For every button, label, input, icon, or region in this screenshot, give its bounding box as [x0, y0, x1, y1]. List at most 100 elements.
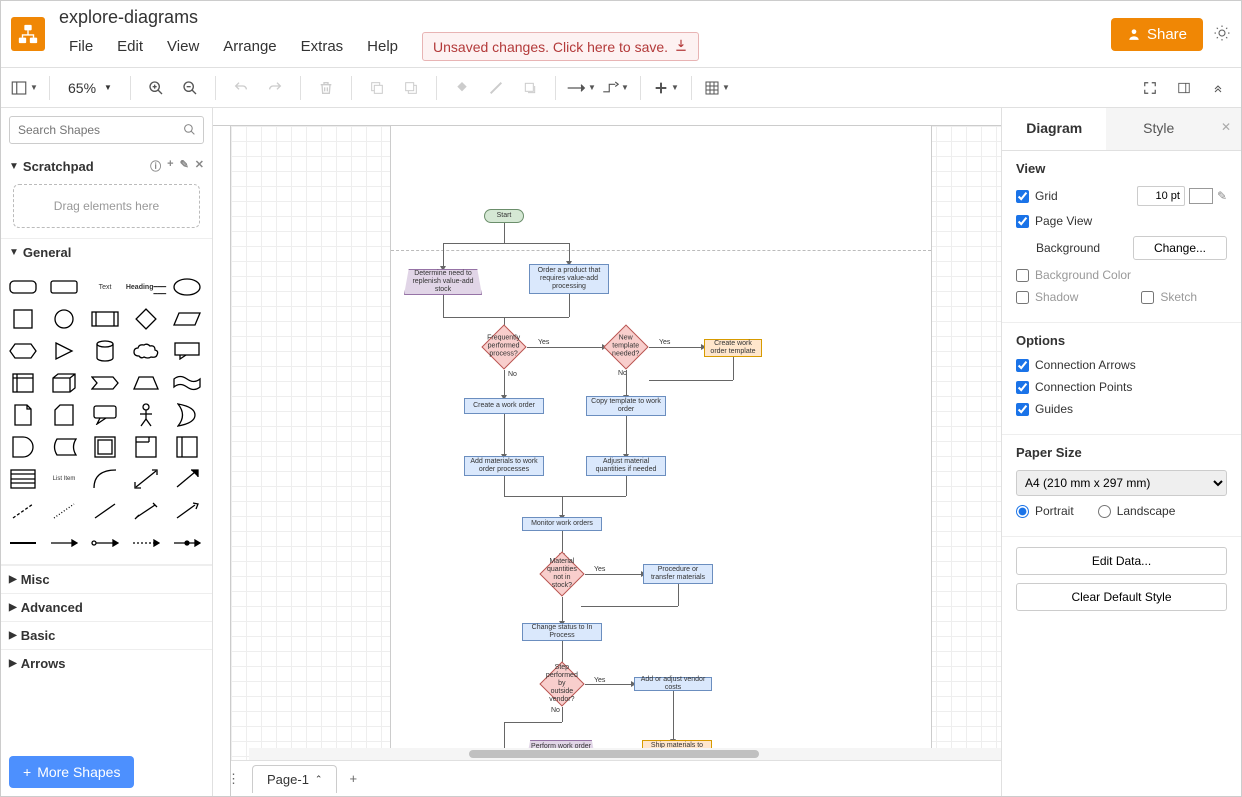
table-button[interactable]: ▼ — [702, 73, 732, 103]
tab-diagram[interactable]: Diagram — [1002, 108, 1106, 150]
grid-color-swatch[interactable] — [1189, 188, 1213, 204]
shape-data-storage[interactable] — [46, 432, 82, 462]
shadow-button[interactable] — [515, 73, 545, 103]
tab-style[interactable]: Style — [1106, 108, 1210, 150]
section-general[interactable]: ▼ General — [1, 238, 212, 266]
horizontal-scrollbar[interactable] — [249, 748, 1001, 760]
fullscreen-button[interactable] — [1135, 73, 1165, 103]
to-front-button[interactable] — [362, 73, 392, 103]
shape-trapezoid[interactable] — [128, 368, 164, 398]
shape-frame[interactable] — [128, 432, 164, 462]
to-back-button[interactable] — [396, 73, 426, 103]
insert-button[interactable]: ▼ — [651, 73, 681, 103]
add-page-button[interactable]: + — [341, 765, 365, 792]
menu-extras[interactable]: Extras — [291, 36, 354, 57]
menu-file[interactable]: File — [59, 36, 103, 57]
node-outside-vendor[interactable]: Step performed by outside vendor? — [539, 661, 584, 706]
portrait-radio[interactable]: Portrait — [1016, 504, 1074, 518]
shape-or[interactable] — [169, 400, 205, 430]
node-create-wo[interactable]: Create a work order — [464, 398, 544, 414]
scratchpad-header[interactable]: ▼ Scratchpad ⓘ + ✎ ✕ — [1, 152, 212, 180]
help-icon[interactable]: ⓘ — [150, 158, 161, 174]
app-logo[interactable] — [11, 17, 45, 51]
zoom-in-button[interactable] — [141, 73, 171, 103]
shape-cube[interactable] — [46, 368, 82, 398]
node-add-materials[interactable]: Add materials to work order processes — [464, 456, 544, 476]
paper-size-select[interactable]: A4 (210 mm x 297 mm) — [1016, 470, 1227, 496]
section-basic[interactable]: ▶Basic — [1, 621, 212, 649]
shape-actor[interactable] — [128, 400, 164, 430]
connection-points-checkbox[interactable]: Connection Points — [1016, 380, 1132, 394]
share-button[interactable]: Share — [1111, 18, 1203, 51]
shape-heading[interactable]: Heading━━━━━━ — [128, 272, 164, 302]
shape-dashed-line[interactable] — [5, 496, 41, 526]
shape-bidir-connector[interactable] — [128, 496, 164, 526]
shape-parallelogram[interactable] — [169, 304, 205, 334]
shape-tape[interactable] — [169, 368, 205, 398]
node-start[interactable]: Start — [484, 209, 524, 223]
shape-frame-2[interactable] — [169, 432, 205, 462]
shape-and[interactable] — [5, 432, 41, 462]
shape-cylinder[interactable] — [87, 336, 123, 366]
shape-list[interactable] — [5, 464, 41, 494]
shape-curve[interactable] — [87, 464, 123, 494]
page-view-checkbox[interactable]: Page View — [1016, 214, 1092, 228]
search-icon[interactable] — [183, 123, 196, 139]
redo-button[interactable] — [260, 73, 290, 103]
page-tab-1[interactable]: Page-1 ⌃ — [252, 765, 337, 793]
collapse-toolbar-button[interactable] — [1203, 73, 1233, 103]
shape-link-2[interactable] — [46, 528, 82, 558]
shape-card[interactable] — [46, 400, 82, 430]
shape-callout[interactable] — [169, 336, 205, 366]
shape-hexagon[interactable] — [5, 336, 41, 366]
document-title[interactable]: explore-diagrams — [59, 7, 1111, 28]
node-order-product[interactable]: Order a product that requires value-add … — [529, 264, 609, 294]
shape-link-1[interactable] — [5, 528, 41, 558]
grid-size-input[interactable] — [1137, 186, 1185, 206]
theme-toggle[interactable] — [1213, 24, 1231, 45]
node-in-stock[interactable]: Material quantities not in stock? — [539, 551, 584, 596]
shape-rounded-rect[interactable] — [5, 272, 41, 302]
sidebar-toggle[interactable]: ▼ — [9, 73, 39, 103]
node-copy-template[interactable]: Copy template to work order — [586, 396, 666, 416]
scratchpad-dropzone[interactable]: Drag elements here — [13, 184, 200, 228]
shape-circle[interactable] — [46, 304, 82, 334]
canvas[interactable]: Start Determine need to replenish value-… — [231, 126, 1001, 760]
shape-line[interactable] — [87, 496, 123, 526]
node-monitor[interactable]: Monitor work orders — [522, 517, 602, 531]
shape-ellipse[interactable] — [169, 272, 205, 302]
shape-square[interactable] — [5, 304, 41, 334]
waypoint-button[interactable]: ▼ — [600, 73, 630, 103]
guides-checkbox[interactable]: Guides — [1016, 402, 1073, 416]
node-change-status[interactable]: Change status to In Process — [522, 623, 602, 641]
shape-triangle[interactable] — [46, 336, 82, 366]
node-adjust-qty[interactable]: Adjust material quantities if needed — [586, 456, 666, 476]
menu-edit[interactable]: Edit — [107, 36, 153, 57]
shape-link-5[interactable] — [169, 528, 205, 558]
change-background-button[interactable]: Change... — [1133, 236, 1227, 260]
sketch-checkbox[interactable]: Sketch — [1141, 290, 1197, 304]
format-panel-toggle[interactable] — [1169, 73, 1199, 103]
node-procedure[interactable]: Procedure or transfer materials — [643, 564, 713, 584]
edit-icon[interactable]: ✎ — [180, 158, 189, 174]
shape-dotted-line[interactable] — [46, 496, 82, 526]
line-color-button[interactable] — [481, 73, 511, 103]
menu-arrange[interactable]: Arrange — [213, 36, 286, 57]
color-picker-icon[interactable]: ✎ — [1217, 189, 1227, 203]
shape-note[interactable] — [5, 400, 41, 430]
shape-list-item[interactable]: List Item — [46, 464, 82, 494]
search-shapes-input[interactable] — [9, 116, 204, 144]
undo-button[interactable] — [226, 73, 256, 103]
landscape-radio[interactable]: Landscape — [1098, 504, 1176, 518]
clear-default-style-button[interactable]: Clear Default Style — [1016, 583, 1227, 611]
section-arrows[interactable]: ▶Arrows — [1, 649, 212, 677]
shape-directional-connector[interactable] — [169, 496, 205, 526]
node-vendor-costs[interactable]: Add or adjust vendor costs — [634, 677, 712, 691]
node-new-template[interactable]: New template needed? — [603, 324, 648, 369]
node-create-template[interactable]: Create work order template — [704, 339, 762, 357]
node-determine-need[interactable]: Determine need to replenish value-add st… — [404, 269, 482, 295]
close-icon[interactable]: ✕ — [195, 158, 204, 174]
grid-checkbox[interactable]: Grid — [1016, 189, 1058, 203]
add-icon[interactable]: + — [167, 158, 173, 174]
shape-link-4[interactable] — [128, 528, 164, 558]
